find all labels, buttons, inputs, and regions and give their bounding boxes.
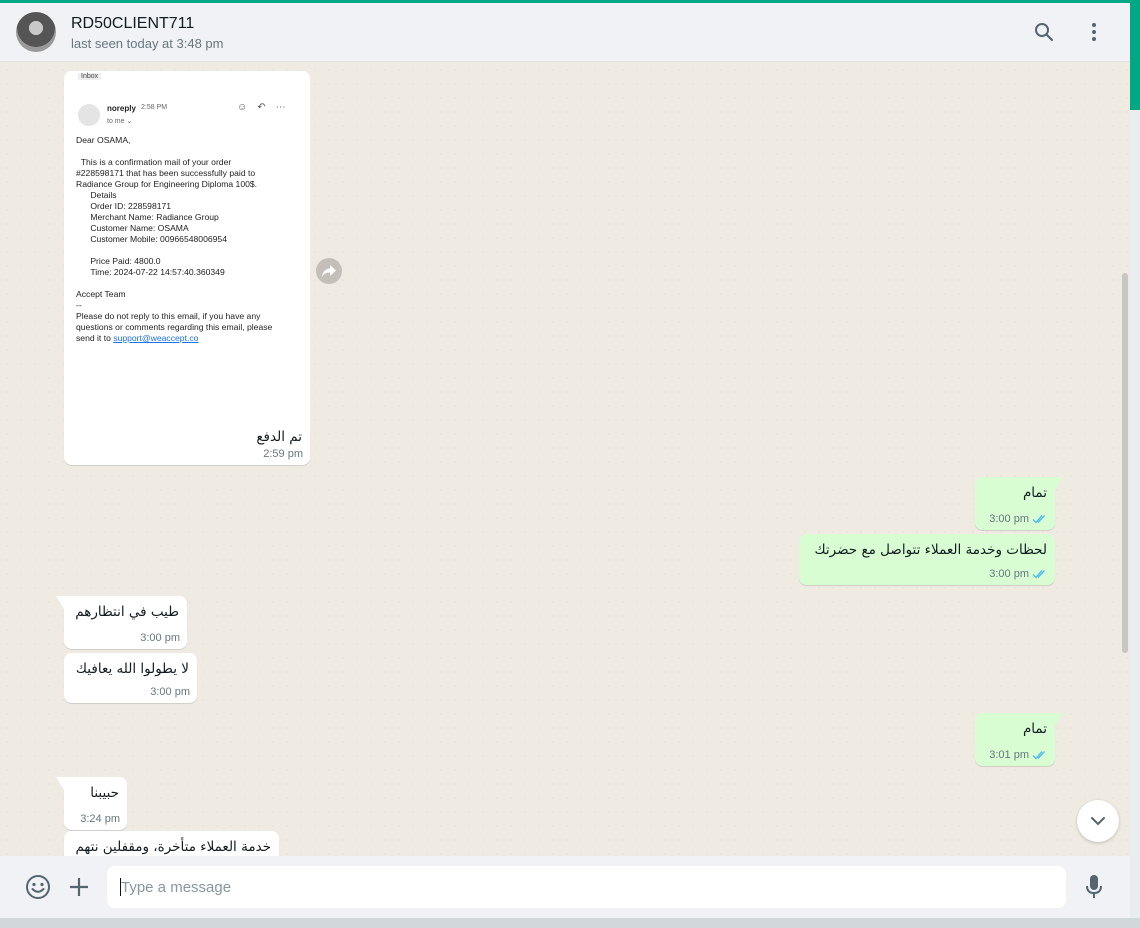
email-price-paid: Price Paid: 4800.0 xyxy=(76,256,161,266)
message-text: تمام xyxy=(1022,721,1047,737)
outgoing-message[interactable]: لحظات وخدمة العملاء تتواصل مع حضرتك 3:00… xyxy=(799,534,1055,585)
support-email-link[interactable]: support@weaccept.co xyxy=(113,333,198,343)
email-screenshot-image[interactable]: Inbox noreply 2:58 PM to me ⌄ ☺ ↶ ⋯ Dear… xyxy=(70,71,306,421)
message-meta: 3:00 pm xyxy=(989,568,1048,580)
outgoing-message[interactable]: تمام 3:00 pm xyxy=(975,477,1063,530)
message-time: 3:00 pm xyxy=(989,568,1029,580)
chevron-down-icon xyxy=(1091,817,1105,826)
scroll-to-bottom-button[interactable] xyxy=(1077,800,1119,842)
text-caret xyxy=(120,878,121,896)
email-order-id: Order ID: 228598171 xyxy=(76,201,172,211)
message-text: تم الدفع xyxy=(256,429,302,445)
message-list[interactable]: Inbox noreply 2:58 PM to me ⌄ ☺ ↶ ⋯ Dear… xyxy=(0,63,1130,856)
email-recipient: to me ⌄ xyxy=(107,118,133,125)
message-time: 3:00 pm xyxy=(140,632,180,644)
message-time: 3:01 pm xyxy=(989,749,1029,761)
double-check-icon xyxy=(1032,515,1046,524)
incoming-message[interactable]: حبيبنا 3:24 pm xyxy=(56,777,127,830)
incoming-message[interactable]: خدمة العملاء متأخرة، ومقفلين نتهم xyxy=(64,831,279,856)
double-check-icon xyxy=(1032,570,1046,579)
contact-avatar[interactable] xyxy=(16,12,56,52)
reply-icon: ↶ xyxy=(257,102,266,113)
contact-status: last seen today at 3:48 pm xyxy=(71,36,224,51)
chat-window: RD50CLIENT711 last seen today at 3:48 pm… xyxy=(0,3,1130,918)
right-background-strip xyxy=(1130,110,1140,928)
chat-header: RD50CLIENT711 last seen today at 3:48 pm xyxy=(0,3,1130,62)
message-text: حبيبنا xyxy=(90,785,119,801)
incoming-message[interactable]: طيب في انتظارهم 3:00 pm xyxy=(56,596,187,649)
more-horizontal-icon: ⋯ xyxy=(275,102,286,113)
email-paragraph: This is a confirmation mail of your orde… xyxy=(76,157,258,189)
email-greeting: Dear OSAMA, xyxy=(76,135,131,145)
more-vertical-icon xyxy=(1092,23,1096,41)
sender-avatar xyxy=(78,104,100,126)
search-button[interactable] xyxy=(1030,18,1058,46)
search-icon xyxy=(1035,23,1054,42)
incoming-message[interactable]: لا يطولوا الله يعافيك 3:00 pm xyxy=(64,653,197,703)
email-merchant: Merchant Name: Radiance Group xyxy=(76,212,219,222)
message-text: طيب في انتظارهم xyxy=(75,604,179,620)
contact-name[interactable]: RD50CLIENT711 xyxy=(71,15,194,33)
bubble-tail xyxy=(1055,477,1063,490)
voice-record-button[interactable] xyxy=(1080,873,1108,901)
scrollbar-thumb[interactable] xyxy=(1122,273,1128,653)
email-actions: ☺ ↶ ⋯ xyxy=(237,102,286,113)
message-meta: 3:00 pm xyxy=(989,513,1048,525)
double-check-icon xyxy=(1032,751,1046,760)
message-time: 2:59 pm xyxy=(263,448,303,460)
menu-button[interactable] xyxy=(1080,18,1108,46)
side-accent-bar xyxy=(1130,0,1140,110)
message-time: 3:00 pm xyxy=(150,686,190,698)
email-footer: Please do not reply to this email, if yo… xyxy=(76,311,302,344)
image-message[interactable]: Inbox noreply 2:58 PM to me ⌄ ☺ ↶ ⋯ Dear… xyxy=(64,71,310,465)
bubble-tail xyxy=(56,777,64,790)
email-details-title: Details xyxy=(76,190,117,200)
emoji-react-icon: ☺ xyxy=(237,102,248,113)
message-time: 3:00 pm xyxy=(989,513,1029,525)
email-customer-mobile: Customer Mobile: 00966548006954 xyxy=(76,234,227,244)
plus-icon xyxy=(70,878,88,896)
message-text: خدمة العملاء متأخرة، ومقفلين نتهم xyxy=(75,839,271,855)
bottom-background-strip xyxy=(0,918,1140,928)
forward-icon xyxy=(322,265,336,277)
outgoing-message[interactable]: تمام 3:01 pm xyxy=(975,713,1063,766)
attach-button[interactable] xyxy=(65,873,93,901)
message-composer xyxy=(0,856,1130,918)
message-input[interactable] xyxy=(107,866,1066,908)
inbox-tag: Inbox xyxy=(78,73,102,80)
email-customer-name: Customer Name: OSAMA xyxy=(76,223,189,233)
email-sent-time: 2:58 PM xyxy=(141,104,168,111)
email-signoff: Accept Team xyxy=(76,289,126,299)
email-sender: noreply xyxy=(107,104,136,113)
email-body: Dear OSAMA, This is a confirmation mail … xyxy=(76,135,302,344)
message-text: لا يطولوا الله يعافيك xyxy=(75,661,189,677)
emoji-icon xyxy=(26,875,50,899)
message-time: 3:24 pm xyxy=(80,813,120,825)
message-meta: 3:01 pm xyxy=(989,749,1048,761)
emoji-button[interactable] xyxy=(24,873,52,901)
bubble-tail xyxy=(1055,713,1063,726)
bubble-tail xyxy=(56,596,64,609)
message-text: لحظات وخدمة العملاء تتواصل مع حضرتك xyxy=(814,542,1047,558)
forward-button[interactable] xyxy=(316,258,342,284)
email-time: Time: 2024-07-22 14:57:40.360349 xyxy=(76,267,225,277)
message-text: تمام xyxy=(1022,485,1047,501)
email-dashes: -- xyxy=(76,300,82,310)
microphone-icon xyxy=(1086,875,1102,898)
